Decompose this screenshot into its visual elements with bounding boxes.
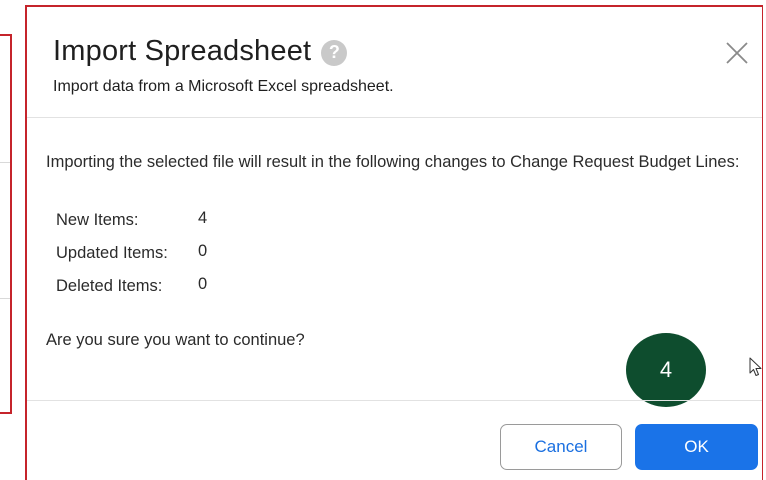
mouse-pointer-icon [749, 357, 762, 376]
dialog-subtitle: Import data from a Microsoft Excel sprea… [53, 78, 394, 95]
stat-value: 0 [198, 275, 208, 293]
confirm-prompt: Are you sure you want to continue? [46, 331, 305, 349]
title-row: Import Spreadsheet ? [53, 35, 348, 68]
step-number-badge: 4 [626, 333, 706, 407]
cancel-button[interactable]: Cancel [500, 424, 622, 470]
dialog-header: Import Spreadsheet ? Import data from a … [27, 7, 762, 118]
background-panel [0, 34, 12, 414]
close-icon[interactable] [724, 40, 750, 66]
stat-value: 0 [198, 242, 208, 260]
dialog-title: Import Spreadsheet [53, 35, 312, 67]
screen: Import Spreadsheet ? Import data from a … [0, 0, 766, 480]
ok-button[interactable]: OK [635, 424, 758, 470]
help-icon[interactable]: ? [321, 39, 348, 66]
background-divider [0, 298, 10, 299]
stat-value: 4 [198, 209, 208, 227]
stat-label: New Items: [56, 211, 139, 229]
background-divider [0, 162, 10, 163]
stat-label: Updated Items: [56, 244, 168, 262]
import-summary-message: Importing the selected file will result … [46, 153, 740, 171]
stat-label: Deleted Items: [56, 277, 163, 295]
import-spreadsheet-dialog: Import Spreadsheet ? Import data from a … [25, 5, 763, 480]
footer-divider [27, 400, 762, 401]
